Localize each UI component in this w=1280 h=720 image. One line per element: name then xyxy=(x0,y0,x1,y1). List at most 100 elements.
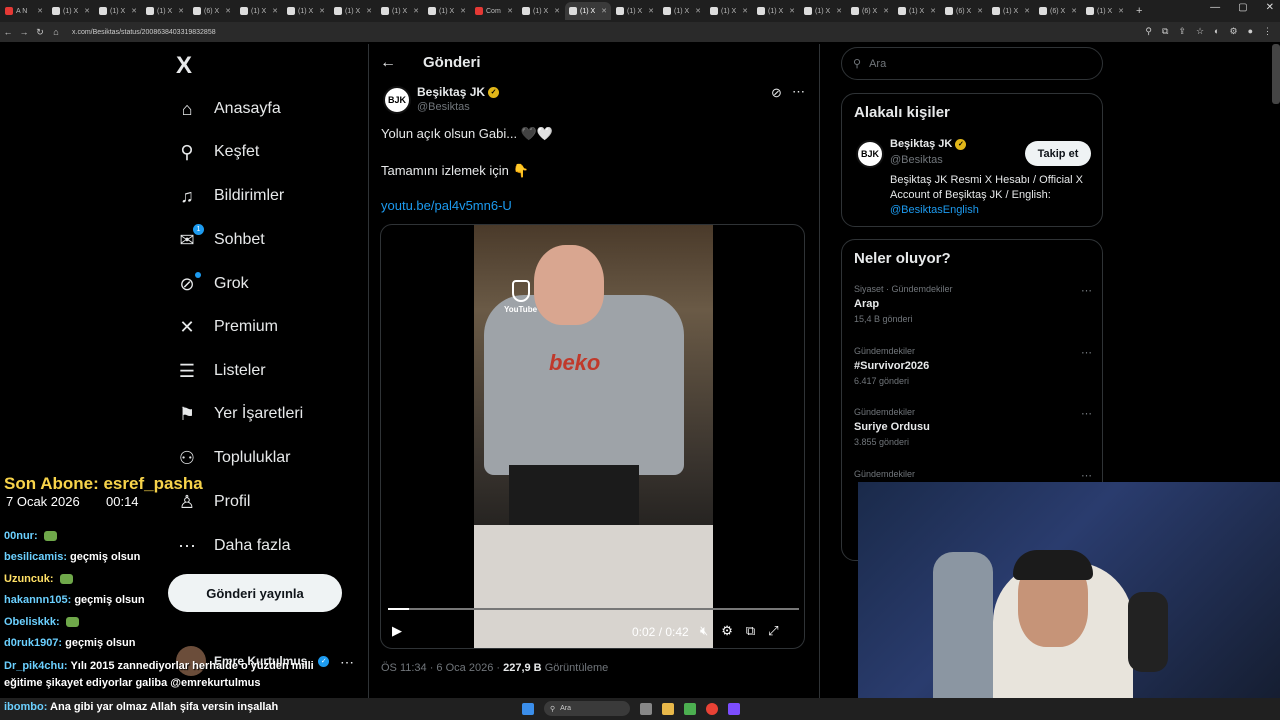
browser-tab[interactable]: (6) X ✕ xyxy=(941,2,987,20)
close-tab-icon[interactable]: ✕ xyxy=(84,7,90,15)
back-arrow-icon[interactable]: ← xyxy=(380,54,396,72)
browser-tab[interactable]: A N ✕ xyxy=(1,2,47,20)
browser-tab[interactable]: (1) X ✕ xyxy=(753,2,799,20)
close-tab-icon[interactable]: ✕ xyxy=(1024,7,1030,15)
browser-tab[interactable]: (1) X ✕ xyxy=(142,2,188,20)
close-tab-icon[interactable]: ✕ xyxy=(601,7,607,15)
close-tab-icon[interactable]: ✕ xyxy=(413,7,419,15)
nav-item-daha-fazla[interactable]: ⋯ Daha fazla xyxy=(176,532,291,560)
trend-item[interactable]: Gündemdekiler ⋯ xyxy=(854,469,1094,483)
play-icon[interactable]: ▶ xyxy=(392,623,402,639)
related-name[interactable]: Beşiktaş JK ✓ xyxy=(890,138,967,150)
browser-tab[interactable]: (6) X ✕ xyxy=(847,2,893,20)
task-view-icon[interactable] xyxy=(640,702,652,715)
close-tab-icon[interactable]: ✕ xyxy=(507,7,513,15)
trend-item[interactable]: Gündemdekiler #Survivor2026 6.417 gönderi ⋯ xyxy=(854,346,1094,386)
extensions-menu-icon[interactable]: ⚙ xyxy=(1229,26,1237,37)
related-handle[interactable]: @Besiktas xyxy=(890,154,943,166)
close-tab-icon[interactable]: ✕ xyxy=(648,7,654,15)
browser-tab[interactable]: (1) X ✕ xyxy=(330,2,376,20)
browser-tab[interactable]: (1) X ✕ xyxy=(659,2,705,20)
trend-more-icon[interactable]: ⋯ xyxy=(1081,469,1092,482)
minimize-icon[interactable]: — xyxy=(1210,2,1220,13)
close-window-icon[interactable]: ✕ xyxy=(1266,2,1274,13)
settings-icon[interactable]: ⚙ xyxy=(721,623,733,639)
more-options-icon[interactable]: ⋯ xyxy=(792,84,805,100)
nav-item-listeler[interactable]: ☰ Listeler xyxy=(176,357,266,385)
video-progress-bar[interactable] xyxy=(388,608,799,610)
related-name-text[interactable]: Beşiktaş JK xyxy=(890,138,952,150)
author-name-text[interactable]: Beşiktaş JK xyxy=(417,85,485,99)
close-tab-icon[interactable]: ✕ xyxy=(460,7,466,15)
browser-tab[interactable]: (1) X ✕ xyxy=(706,2,752,20)
close-tab-icon[interactable]: ✕ xyxy=(836,7,842,15)
tweet-timestamp[interactable]: ÖS 11:34 · 6 Oca 2026 · xyxy=(381,662,500,674)
close-tab-icon[interactable]: ✕ xyxy=(930,7,936,15)
close-tab-icon[interactable]: ✕ xyxy=(883,7,889,15)
browser-tab[interactable]: (1) X ✕ xyxy=(95,2,141,20)
forward-nav-icon[interactable]: → xyxy=(16,27,32,37)
nav-item-premium[interactable]: ✕ Premium xyxy=(176,313,278,341)
search-input[interactable]: ⚲ Ara xyxy=(841,47,1103,80)
nav-item-sohbet[interactable]: ✉ 1 Sohbet xyxy=(176,223,265,254)
close-tab-icon[interactable]: ✕ xyxy=(272,7,278,15)
trend-more-icon[interactable]: ⋯ xyxy=(1081,407,1092,420)
follow-button[interactable]: Takip et xyxy=(1025,141,1091,166)
maximize-icon[interactable]: ▢ xyxy=(1238,2,1247,13)
account-more-icon[interactable]: ⋯ xyxy=(340,654,354,671)
browser-tab[interactable]: (1) X ✕ xyxy=(424,2,470,20)
close-tab-icon[interactable]: ✕ xyxy=(319,7,325,15)
browser-tab[interactable]: (1) X ✕ xyxy=(48,2,94,20)
trend-item[interactable]: Gündemdekiler Suriye Ordusu 3.855 gönderi ⋯ xyxy=(854,407,1094,447)
share-icon[interactable]: ⇪ xyxy=(1178,26,1186,37)
close-tab-icon[interactable]: ✕ xyxy=(1071,7,1077,15)
profile-icon[interactable]: ● xyxy=(1248,26,1253,37)
x-logo[interactable]: X xyxy=(176,52,192,80)
browser-tab[interactable]: (1) X ✕ xyxy=(236,2,282,20)
new-tab-icon[interactable]: + xyxy=(1136,5,1142,17)
windows-start-icon[interactable] xyxy=(522,702,534,715)
close-tab-icon[interactable]: ✕ xyxy=(225,7,231,15)
browser-tab[interactable]: (1) X ✕ xyxy=(612,2,658,20)
close-tab-icon[interactable]: ✕ xyxy=(178,7,184,15)
nav-item-grok[interactable]: ⊘ Grok xyxy=(176,270,249,298)
url-field[interactable]: x.com/Besiktas/status/200863840331983285… xyxy=(72,29,216,36)
nav-item-keşfet[interactable]: ⚲ Keşfet xyxy=(176,138,259,166)
trend-more-icon[interactable]: ⋯ xyxy=(1081,284,1092,297)
back-nav-icon[interactable]: ← xyxy=(0,27,16,37)
taskbar-search[interactable]: ⚲ Ara xyxy=(544,701,630,716)
browser-menu-icon[interactable]: ⋮ xyxy=(1263,26,1272,37)
pip-icon[interactable]: ⧉ xyxy=(746,623,755,639)
browser-tab[interactable]: (1) X ✕ xyxy=(565,2,611,20)
app-icon[interactable] xyxy=(684,702,696,715)
nav-item-yer-i-şaretleri[interactable]: ⚑ Yer İşaretleri xyxy=(176,400,303,428)
browser-tab[interactable]: (6) X ✕ xyxy=(1035,2,1081,20)
browser-tab[interactable]: (1) X ✕ xyxy=(1082,2,1128,20)
chrome-icon[interactable] xyxy=(706,702,718,715)
nav-item-anasayfa[interactable]: ⌂ Anasayfa xyxy=(176,95,281,123)
related-avatar[interactable]: BJK xyxy=(856,140,884,168)
video-player[interactable]: beko YouTube ▶ 0:02 / 0:42 🔇︎ ⚙ ⧉ ⤢ xyxy=(380,224,805,649)
close-tab-icon[interactable]: ✕ xyxy=(131,7,137,15)
nav-item-topluluklar[interactable]: ⚇ Topluluklar xyxy=(176,444,291,472)
browser-tab[interactable]: (1) X ✕ xyxy=(894,2,940,20)
close-tab-icon[interactable]: ✕ xyxy=(695,7,701,15)
extension-icon[interactable]: ◐ xyxy=(1214,26,1219,37)
star-icon[interactable]: ☆ xyxy=(1196,26,1204,37)
author-handle[interactable]: @Besiktas xyxy=(417,101,470,113)
discord-icon[interactable] xyxy=(728,702,740,715)
trend-more-icon[interactable]: ⋯ xyxy=(1081,346,1092,359)
browser-tab[interactable]: (1) X ✕ xyxy=(800,2,846,20)
post-button[interactable]: Gönderi yayınla xyxy=(168,574,342,612)
tweet-link[interactable]: youtu.be/pal4v5mn6-U xyxy=(381,198,512,213)
browser-tab[interactable]: (1) X ✕ xyxy=(377,2,423,20)
trend-item[interactable]: Siyaset · Gündemdekiler Arap 15,4 B gönder… xyxy=(854,284,1094,324)
author-name[interactable]: Beşiktaş JK ✓ xyxy=(417,85,500,99)
reload-icon[interactable]: ↻ xyxy=(32,27,48,38)
file-explorer-icon[interactable] xyxy=(662,702,674,715)
close-tab-icon[interactable]: ✕ xyxy=(37,7,43,15)
grok-explain-icon[interactable]: ⊘ xyxy=(771,85,782,101)
browser-tab[interactable]: (1) X ✕ xyxy=(518,2,564,20)
nav-item-bildirimler[interactable]: ♫ Bildirimler xyxy=(176,182,284,210)
author-avatar[interactable]: BJK xyxy=(383,86,411,114)
